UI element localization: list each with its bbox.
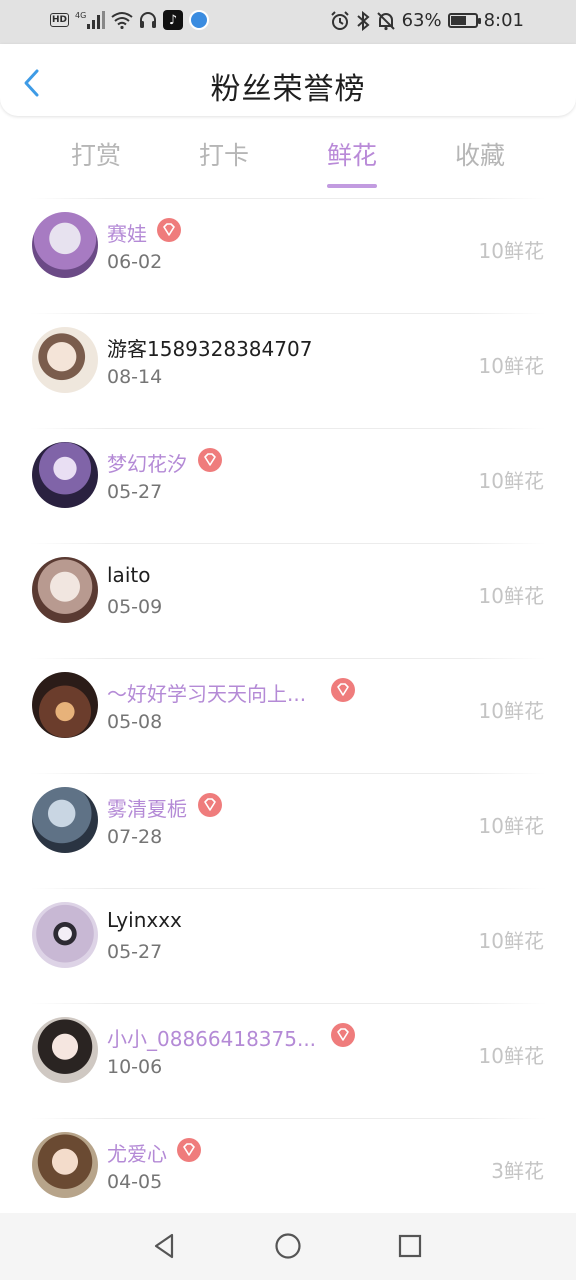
list-item[interactable]: 雾清夏栀 07-28 10鲜花	[0, 773, 576, 888]
divider	[30, 543, 546, 544]
fan-date: 05-08	[107, 711, 163, 733]
divider	[30, 428, 546, 429]
bluetooth-icon	[356, 10, 370, 31]
list-item[interactable]: ～好好学习天天向上... 05-08 10鲜花	[0, 658, 576, 773]
tab-bar: 打赏 打卡 鲜花 收藏	[0, 128, 576, 188]
flower-count: 10鲜花	[478, 1044, 544, 1068]
home-circle-icon[interactable]	[273, 1231, 303, 1261]
fan-name[interactable]: 梦幻花汐	[107, 448, 187, 477]
network-type-label: 4G	[75, 11, 86, 20]
list-item[interactable]: 游客1589328384707 08-14 10鲜花	[0, 313, 576, 428]
flower-count: 10鲜花	[478, 584, 544, 608]
list-item[interactable]: laito 05-09 10鲜花	[0, 543, 576, 658]
back-triangle-icon[interactable]	[150, 1231, 180, 1261]
fan-date: 10-06	[107, 1056, 163, 1078]
page-title: 粉丝荣誉榜	[210, 72, 366, 107]
battery-level-fill	[450, 16, 466, 25]
diamond-icon	[157, 218, 181, 242]
signal-icon: 4G	[75, 10, 106, 30]
flower-count: 3鲜花	[491, 1159, 544, 1183]
tab-tip[interactable]: 打赏	[46, 136, 146, 172]
tab-checkin[interactable]: 打卡	[174, 136, 274, 172]
list-item[interactable]: 小小_08866418375... 10-06 10鲜花	[0, 1003, 576, 1118]
avatar[interactable]	[32, 672, 98, 738]
avatar[interactable]	[32, 212, 98, 278]
divider	[30, 1003, 546, 1004]
list-item[interactable]: 赛娃 06-02 10鲜花	[0, 198, 576, 313]
diamond-icon	[331, 678, 355, 702]
avatar[interactable]	[32, 442, 98, 508]
app-icon	[189, 10, 210, 30]
avatar[interactable]	[32, 557, 98, 623]
flower-count: 10鲜花	[478, 929, 544, 953]
system-nav-bar	[0, 1213, 576, 1280]
flower-count: 10鲜花	[478, 699, 544, 723]
fan-date: 08-14	[107, 366, 163, 388]
fan-name[interactable]: 小小_08866418375...	[107, 1023, 316, 1052]
fan-date: 05-27	[107, 941, 163, 963]
app-page: HD 4G ♪ 63% 8:01 粉丝荣誉榜 打赏 打卡 鲜花 收藏 赛娃 06…	[0, 0, 576, 1280]
divider	[30, 313, 546, 314]
fan-name[interactable]: 游客1589328384707	[107, 333, 312, 362]
divider	[30, 658, 546, 659]
avatar[interactable]	[32, 1132, 98, 1198]
flower-count: 10鲜花	[478, 354, 544, 378]
list-item[interactable]: Lyinxxx 05-27 10鲜花	[0, 888, 576, 1003]
avatar[interactable]	[32, 1017, 98, 1083]
headphones-icon	[139, 11, 157, 29]
status-time: 8:01	[483, 10, 524, 31]
tab-flowers[interactable]: 鲜花	[302, 136, 402, 188]
flower-count: 10鲜花	[478, 469, 544, 493]
flower-count: 10鲜花	[478, 814, 544, 838]
tab-flowers-label: 鲜花	[326, 141, 377, 170]
divider	[30, 1118, 546, 1119]
recents-square-icon[interactable]	[395, 1231, 425, 1261]
mute-icon	[376, 11, 396, 31]
fan-name[interactable]: laito	[107, 563, 150, 587]
battery-icon	[447, 13, 481, 28]
avatar[interactable]	[32, 327, 98, 393]
fan-name[interactable]: Lyinxxx	[107, 908, 182, 932]
divider	[30, 198, 546, 199]
fan-name[interactable]: 雾清夏栀	[107, 793, 187, 822]
fan-date: 06-02	[107, 251, 163, 273]
battery-percent: 63%	[401, 10, 442, 31]
fan-date: 05-27	[107, 481, 163, 503]
fan-date: 07-28	[107, 826, 163, 848]
fan-name[interactable]: ～好好学习天天向上...	[107, 678, 306, 707]
fan-date: 05-09	[107, 596, 163, 618]
diamond-icon	[198, 448, 222, 472]
divider	[30, 888, 546, 889]
tab-active-indicator	[327, 184, 377, 188]
fan-name[interactable]: 尤爱心	[107, 1138, 167, 1167]
divider	[30, 773, 546, 774]
list-item[interactable]: 梦幻花汐 05-27 10鲜花	[0, 428, 576, 543]
hd-icon: HD	[50, 13, 70, 27]
avatar[interactable]	[32, 787, 98, 853]
avatar[interactable]	[32, 902, 98, 968]
diamond-icon	[177, 1138, 201, 1162]
diamond-icon	[198, 793, 222, 817]
status-bar: HD 4G ♪ 63% 8:01	[0, 0, 576, 44]
fan-name[interactable]: 赛娃	[107, 218, 147, 247]
app-header: 粉丝荣誉榜	[0, 44, 576, 116]
flower-count: 10鲜花	[478, 239, 544, 263]
tab-favorites[interactable]: 收藏	[430, 136, 530, 172]
diamond-icon	[331, 1023, 355, 1047]
fan-date: 04-05	[107, 1171, 163, 1193]
tiktok-icon: ♪	[163, 10, 184, 30]
wifi-icon	[111, 11, 133, 29]
alarm-icon	[330, 10, 350, 31]
